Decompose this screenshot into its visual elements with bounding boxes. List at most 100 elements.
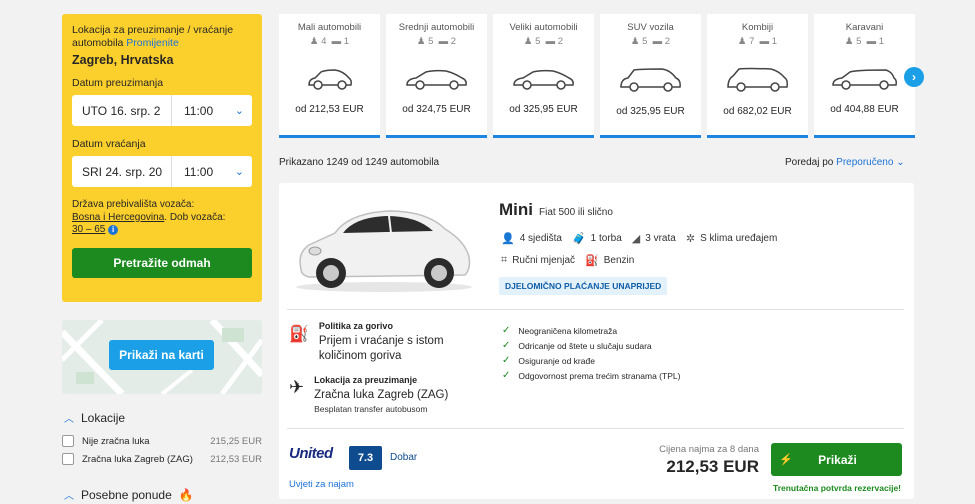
divider <box>287 428 904 429</box>
bags-label: 1 torba <box>590 233 622 244</box>
category-specs: ♟ 7 ▬ 1 <box>737 36 778 47</box>
door-icon: ◢ <box>631 233 641 245</box>
special-offers-header[interactable]: ︿ Posebne ponude 🔥 <box>62 487 262 503</box>
rating-label: Dobar <box>390 452 418 463</box>
price-label: Cijena najma za 8 dana <box>659 444 759 455</box>
fuel-icon: ⛽ <box>585 255 599 267</box>
locations-filter-header[interactable]: ︿ Lokacije <box>62 410 262 426</box>
check-icon: ✓ <box>502 370 511 381</box>
pickup-time-select[interactable]: 11:00 ⌄ <box>172 104 252 118</box>
category-price: od 404,88 EUR <box>830 104 899 115</box>
category-name: Veliki automobili <box>509 22 578 33</box>
divider <box>287 309 904 310</box>
chevron-right-icon[interactable]: › <box>904 67 924 87</box>
gearbox-icon: ⌗ <box>501 254 508 266</box>
sort-label: Poredaj po <box>785 157 834 168</box>
category-specs: ♟ 5 ▬ 2 <box>630 36 671 47</box>
map-preview[interactable]: Prikaži na karti <box>62 320 262 394</box>
locations-title: Lokacije <box>81 410 126 425</box>
filter-price: 212,53 EUR <box>210 453 262 465</box>
car-silhouette-icon <box>512 69 574 90</box>
category-price: od 325,95 EUR <box>616 106 685 117</box>
car-silhouette-icon <box>619 68 681 92</box>
city-label: Zagreb, Hrvatska <box>72 53 174 67</box>
category-karavani[interactable]: Karavani ♟ 5 ▬ 1 od 404,88 EUR <box>814 14 915 138</box>
supplier-logo: United <box>289 445 333 462</box>
fire-icon: 🔥 <box>178 487 194 502</box>
total-price: 212,53 EUR <box>666 457 759 476</box>
seats-label: 4 sjedišta <box>519 233 562 244</box>
search-panel: Lokacija za preuzimanje / vraćanje autom… <box>62 14 262 302</box>
rental-terms-link[interactable]: Uvjeti za najam <box>289 479 354 490</box>
driver-info: Država prebivališta vozača: Bosna i Herc… <box>72 199 226 235</box>
return-date-value[interactable]: SRI 24. srp. 20 <box>72 156 172 187</box>
filter-label: Zračna luka Zagreb (ZAG) <box>82 453 193 465</box>
instant-confirmation: Trenutačna potvrda rezervacije! <box>772 483 902 493</box>
checkbox[interactable] <box>62 453 74 465</box>
search-button[interactable]: Pretražite odmah <box>72 247 252 278</box>
category-mali[interactable]: Mali automobili ♟ 4 ▬ 1 od 212,53 EUR <box>279 14 380 138</box>
category-price: od 212,53 EUR <box>295 104 364 115</box>
checkbox[interactable] <box>62 435 74 447</box>
car-class: Mini <box>499 200 533 219</box>
car-silhouette-icon <box>831 69 897 90</box>
change-link[interactable]: Promijenite <box>126 37 179 49</box>
age-link[interactable]: 30 – 65 <box>72 224 105 235</box>
special-offers-title: Posebne ponude <box>81 487 172 502</box>
category-specs: ♟ 4 ▬ 1 <box>309 36 350 47</box>
car-silhouette-icon <box>405 69 467 90</box>
car-silhouette-icon <box>726 67 788 92</box>
chevron-down-icon: ⌄ <box>234 105 244 117</box>
category-name: Karavani <box>845 22 884 33</box>
car-photo <box>296 210 472 292</box>
pickup-location: ✈ Lokacija za preuzimanje Zračna luka Za… <box>289 375 448 414</box>
pickup-date-value[interactable]: UTO 16. srp. 2 <box>72 95 172 126</box>
chevron-up-icon: ︿ <box>64 491 74 502</box>
check-icon: ✓ <box>502 340 511 351</box>
chevron-down-icon: ⌄ <box>234 166 244 178</box>
included-features: ✓ Neograničena kilometraža ✓ Odricanje od … <box>502 323 680 383</box>
car-model: Fiat 500 ili slično <box>539 207 613 218</box>
pickup-date-field[interactable]: UTO 16. srp. 2 11:00 ⌄ <box>72 95 252 126</box>
filters-panel: ︿ Lokacije Nije zračna luka 215,25 EUR Z… <box>62 404 262 502</box>
category-specs: ♟ 5 ▬ 2 <box>416 36 457 47</box>
info-icon[interactable]: i <box>108 225 119 235</box>
filter-label: Nije zračna luka <box>82 435 150 447</box>
snowflake-icon: ✲ <box>685 233 696 245</box>
lightning-icon: ⚡ <box>779 454 793 466</box>
filter-row[interactable]: Nije zračna luka 215,25 EUR <box>62 435 262 447</box>
feature-item: ✓ Odgovornost prema trećim stranama (TPL) <box>502 370 681 381</box>
show-on-map-button[interactable]: Prikaži na karti <box>109 340 214 370</box>
airplane-icon: ✈ <box>289 377 305 397</box>
return-date-field[interactable]: SRI 24. srp. 20 11:00 ⌄ <box>72 156 252 187</box>
feature-item: ✓ Neograničena kilometraža <box>502 325 618 336</box>
ac-label: S klima uređajem <box>700 233 778 244</box>
show-offer-label: Prikaži <box>818 452 857 467</box>
check-icon: ✓ <box>502 355 511 366</box>
category-name: SUV vozila <box>627 22 674 33</box>
chevron-up-icon: ︿ <box>64 414 74 425</box>
rating-score: 7.3 <box>349 446 382 470</box>
bag-icon: 🧳 <box>571 233 586 245</box>
pickup-title: Lokacija za preuzimanje / vraćanje autom… <box>72 24 234 49</box>
category-suv[interactable]: SUV vozila ♟ 5 ▬ 2 od 325,95 EUR <box>600 14 701 138</box>
sort-dropdown[interactable]: Poredaj po Preporučeno ⌄ <box>785 157 905 168</box>
fuel-pump-icon: ⛽ <box>289 326 309 343</box>
sort-value[interactable]: Preporučeno <box>836 157 893 168</box>
car-silhouette-icon <box>307 69 352 90</box>
category-veliki[interactable]: Veliki automobili ♟ 5 ▬ 2 od 325,95 EUR <box>493 14 594 138</box>
category-specs: ♟ 5 ▬ 1 <box>844 36 885 47</box>
filter-row[interactable]: Zračna luka Zagreb (ZAG) 212,53 EUR <box>62 453 262 465</box>
partial-prepayment-badge: DJELOMIČNO PLAĆANJE UNAPRIJED <box>499 277 668 295</box>
offer-card: Mini Fiat 500 ili slično 👤 4 sjedišta 🧳 1 … <box>279 183 914 499</box>
show-offer-button[interactable]: ⚡ Prikaži <box>771 443 902 476</box>
category-srednji[interactable]: Srednji automobili ♟ 5 ▬ 2 od 324,75 EUR <box>386 14 487 138</box>
residence-link[interactable]: Bosna i Hercegovina <box>72 212 164 223</box>
fuel-type-label: Benzin <box>603 255 635 266</box>
category-price: od 325,95 EUR <box>509 104 578 115</box>
category-specs: ♟ 5 ▬ 2 <box>523 36 564 47</box>
pickup-time-value: 11:00 <box>184 103 214 118</box>
category-kombiji[interactable]: Kombiji ♟ 7 ▬ 1 od 682,02 EUR <box>707 14 808 138</box>
return-time-select[interactable]: 11:00 ⌄ <box>172 165 252 179</box>
person-icon: 👤 <box>501 233 515 245</box>
